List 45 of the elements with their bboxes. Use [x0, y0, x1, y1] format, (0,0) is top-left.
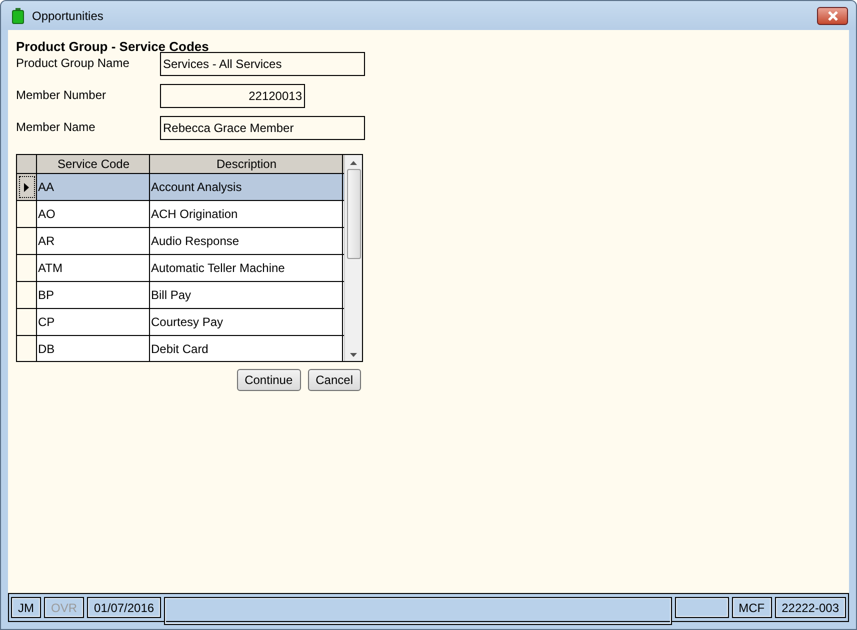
column-header[interactable]: Service Code	[37, 155, 150, 173]
close-icon	[826, 10, 840, 20]
table-cell: Audio Response	[150, 228, 343, 254]
status-panel: OVR	[44, 597, 84, 618]
text-field[interactable]: 22120013	[160, 84, 305, 108]
table-cell: ATM	[37, 255, 150, 281]
table-cell: Debit Card	[150, 336, 343, 361]
scroll-up-icon	[350, 161, 357, 165]
battery-icon	[12, 8, 24, 24]
status-panel: 22222-003	[774, 597, 846, 618]
table-cell: BP	[37, 282, 150, 308]
scrollbar[interactable]	[344, 155, 362, 361]
row-pointer-icon	[24, 182, 29, 192]
text-field[interactable]: Services - All Services	[160, 52, 365, 76]
table-cell: AO	[37, 201, 150, 227]
table-cell: Account Analysis	[150, 174, 343, 200]
field-label: Member Number	[16, 88, 108, 102]
table-row[interactable]: AR Audio Response	[17, 228, 344, 255]
dialog-button[interactable]: Cancel	[308, 369, 361, 391]
scroll-down-icon	[350, 353, 357, 357]
window-title: Opportunities	[32, 8, 104, 22]
status-panel: MCF	[732, 597, 772, 618]
table-cell: CP	[37, 309, 150, 335]
table-cell: AA	[37, 174, 150, 200]
status-panel: 01/07/2016	[87, 597, 162, 618]
table-row[interactable]: AA Account Analysis	[17, 174, 344, 201]
table-row[interactable]: BP Bill Pay	[17, 282, 344, 309]
table-row[interactable]: CP Courtesy Pay	[17, 309, 344, 336]
table-row[interactable]: ATM Automatic Teller Machine	[17, 255, 344, 282]
table-cell: Courtesy Pay	[150, 309, 343, 335]
table-cell: ACH Origination	[150, 201, 343, 227]
column-header[interactable]: Description	[150, 155, 343, 173]
dialog-button[interactable]: Continue	[236, 369, 301, 391]
field-label: Member Name	[16, 120, 96, 134]
close-button[interactable]	[817, 6, 848, 24]
table-cell: Automatic Teller Machine	[150, 255, 343, 281]
field-label: Product Group Name	[16, 56, 130, 70]
table-row[interactable]: AO ACH Origination	[17, 201, 344, 228]
table-cell: Bill Pay	[150, 282, 343, 308]
table-cell: AR	[37, 228, 150, 254]
table-row[interactable]: DB Debit Card	[17, 336, 344, 361]
status-panel	[674, 597, 729, 618]
status-panel: JM	[11, 597, 41, 618]
text-field[interactable]: Rebecca Grace Member	[160, 116, 365, 140]
table-cell: DB	[37, 336, 150, 361]
